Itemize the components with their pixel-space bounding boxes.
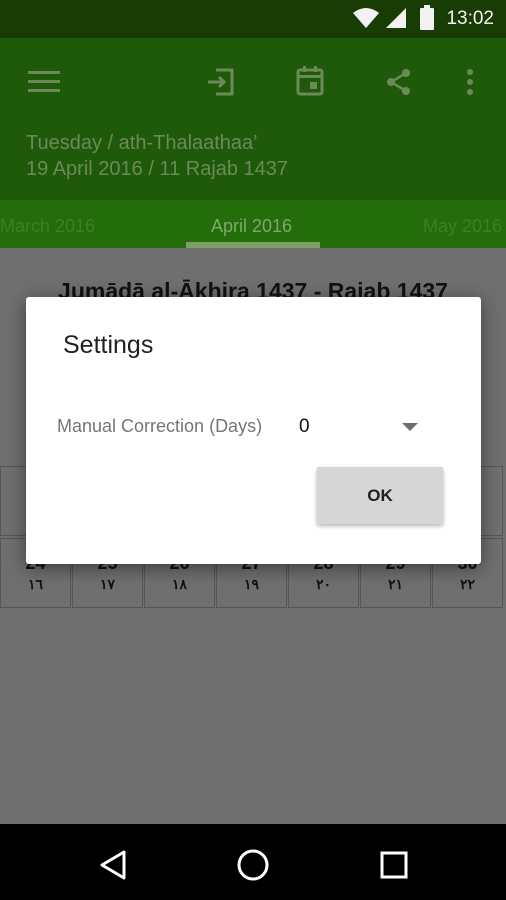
hijri-day-number: ١٨: [171, 576, 188, 592]
hijri-day-number: ١٧: [99, 576, 116, 592]
share-icon[interactable]: [385, 68, 413, 96]
hijri-day-number: ٢٢: [459, 576, 476, 592]
weekday-line: Tuesday / ath-Thalaathaa’: [26, 132, 258, 154]
settings-dialog: Settings Manual Correction (Days) 0 OK: [26, 297, 481, 564]
date-line: 19 April 2016 / 11 Rajab 1437: [26, 158, 289, 180]
status-bar: 13:02: [0, 0, 506, 38]
exit-icon[interactable]: [206, 68, 236, 96]
manual-correction-value[interactable]: 0: [299, 416, 310, 438]
navigation-bar: [0, 824, 506, 900]
tab-prev-month[interactable]: March 2016: [0, 216, 95, 237]
cellular-signal-icon: [386, 8, 406, 28]
calendar-icon[interactable]: [296, 66, 324, 96]
hijri-day-number: ١٩: [243, 576, 260, 592]
hijri-day-number: ٢١: [387, 576, 404, 592]
menu-icon[interactable]: [28, 70, 60, 94]
more-vert-icon[interactable]: [465, 68, 475, 96]
ok-button[interactable]: OK: [317, 467, 443, 524]
dialog-title: Settings: [63, 331, 154, 359]
status-time: 13:02: [446, 8, 494, 29]
month-tabs: March 2016 April 2016 May 2016: [0, 200, 506, 248]
dropdown-arrow-icon[interactable]: [402, 423, 418, 431]
app-bar: Tuesday / ath-Thalaathaa’ 19 April 2016 …: [0, 38, 506, 200]
home-icon[interactable]: [236, 848, 270, 882]
manual-correction-label: Manual Correction (Days): [57, 416, 263, 436]
hijri-day-number: ١٦: [27, 576, 44, 592]
wifi-icon: [353, 8, 379, 28]
back-icon[interactable]: [99, 850, 127, 880]
hijri-day-number: ٢٠: [315, 576, 332, 592]
tab-next-month[interactable]: May 2016: [423, 216, 502, 237]
tab-current-month[interactable]: April 2016: [211, 216, 292, 237]
battery-icon: [420, 5, 434, 30]
recents-icon[interactable]: [380, 851, 408, 879]
